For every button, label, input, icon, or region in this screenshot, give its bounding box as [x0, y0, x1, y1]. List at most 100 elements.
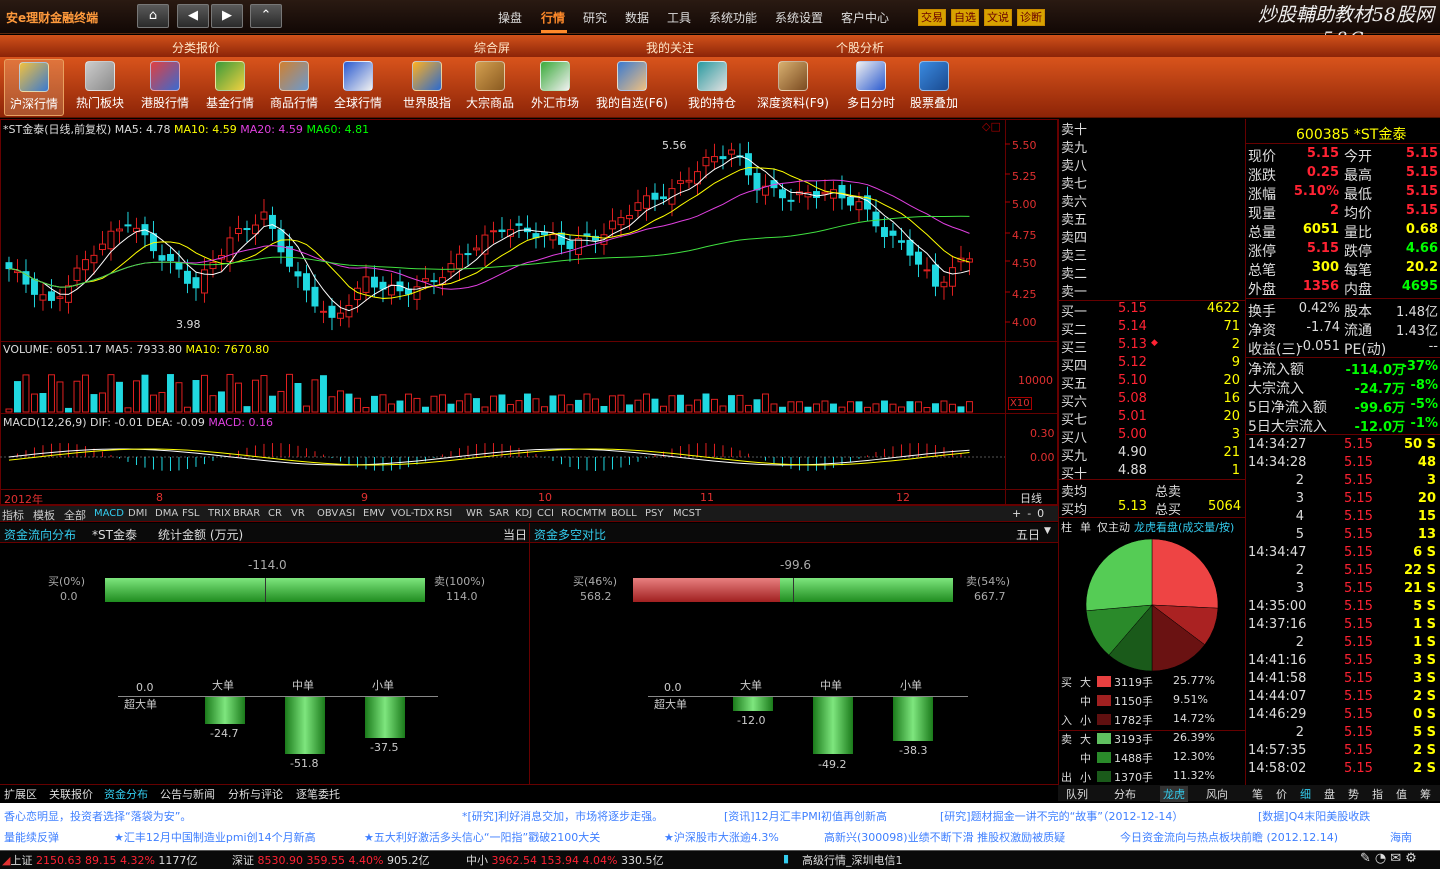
- bid-level-price[interactable]: 4.90: [1118, 445, 1147, 460]
- up-button[interactable]: ⌃: [250, 4, 282, 28]
- compare-title[interactable]: 资金多空对比: [534, 526, 606, 543]
- pie-tab-active[interactable]: 仅主动: [1097, 519, 1130, 535]
- flow-title[interactable]: 资金流向分布: [4, 526, 76, 543]
- compare-range[interactable]: 五日: [1016, 526, 1040, 543]
- indicator-tab-asi[interactable]: ASI: [339, 508, 355, 519]
- ask-level[interactable]: 卖六: [1061, 191, 1087, 210]
- index-sz[interactable]: 深证 8530.90 359.55 4.40% 905.2亿: [232, 852, 429, 868]
- news-item[interactable]: [数据]Q4末阳美股收跌: [1258, 808, 1370, 824]
- indicator-tab-obv[interactable]: OBV: [317, 508, 338, 519]
- range-dropdown-icon[interactable]: ▼: [1044, 526, 1051, 536]
- detail-tab[interactable]: 筹: [1420, 786, 1431, 802]
- ask-level[interactable]: 卖一: [1061, 281, 1087, 300]
- ask-level[interactable]: 卖三: [1061, 245, 1087, 264]
- tab-expand[interactable]: 扩展区: [4, 786, 37, 802]
- bid-level-name[interactable]: 买四: [1061, 355, 1087, 374]
- toolbar-world-index[interactable]: 世界股指: [397, 59, 457, 116]
- zoom-controls[interactable]: +-0: [1012, 507, 1050, 520]
- detail-tab[interactable]: 笔: [1252, 786, 1263, 802]
- toolbar-forex-market[interactable]: 外汇市场: [525, 59, 585, 116]
- bid-level-price[interactable]: 5.13: [1118, 337, 1147, 352]
- detail-tab[interactable]: 值: [1396, 786, 1407, 802]
- menu-caopan[interactable]: 操盘: [498, 9, 522, 26]
- ask-level[interactable]: 卖七: [1061, 173, 1087, 192]
- indicator-tab-模板[interactable]: 模板: [33, 507, 55, 523]
- toolbar-hot-sectors[interactable]: 热门板块: [70, 59, 130, 116]
- bid-level-price[interactable]: 5.14: [1118, 319, 1147, 334]
- tab-related[interactable]: 关联报价: [49, 786, 93, 802]
- toolbar-my-holdings[interactable]: 我的持仓: [682, 59, 742, 116]
- ask-level[interactable]: 卖四: [1061, 227, 1087, 246]
- bid-level-price[interactable]: 5.01: [1118, 409, 1147, 424]
- tab-queue[interactable]: 队列: [1066, 786, 1088, 802]
- flow-range[interactable]: 当日: [503, 526, 527, 543]
- bid-level-name[interactable]: 买八: [1061, 427, 1087, 446]
- menu-system-settings[interactable]: 系统设置: [775, 9, 823, 26]
- indicator-tab-dma[interactable]: DMA: [155, 508, 178, 519]
- indicator-tab-rsi[interactable]: RSI: [436, 508, 452, 519]
- menu-gongju[interactable]: 工具: [667, 9, 691, 26]
- indicator-tab-vol-tdx[interactable]: VOL-TDX: [391, 508, 434, 519]
- tab-analysis[interactable]: 分析与评论: [228, 786, 283, 802]
- toolbar-deep-info[interactable]: 深度资料(F9): [753, 59, 833, 116]
- back-button[interactable]: ◀: [177, 4, 209, 28]
- menu-system-function[interactable]: 系统功能: [709, 9, 757, 26]
- bid-level-price[interactable]: 5.12: [1118, 355, 1147, 370]
- pie-tab-bar[interactable]: 柱: [1061, 519, 1072, 535]
- home-button[interactable]: ⌂: [137, 4, 169, 28]
- tab-wind[interactable]: 风向: [1206, 786, 1228, 802]
- toolbar-fund-quotes[interactable]: 基金行情: [200, 59, 260, 116]
- pie-tab-dragon[interactable]: 龙虎看盘(成交量/按): [1134, 519, 1244, 535]
- index-sh[interactable]: ◢上证 2150.63 89.15 4.32% 1177亿: [2, 852, 197, 868]
- indicator-tab-vr[interactable]: VR: [291, 508, 305, 519]
- indicator-tab-wr[interactable]: WR: [466, 508, 483, 519]
- indicator-tab-dmi[interactable]: DMI: [128, 508, 147, 519]
- ask-level[interactable]: 卖八: [1061, 155, 1087, 174]
- bid-level-name[interactable]: 买五: [1061, 373, 1087, 392]
- pie-tab-single[interactable]: 单: [1080, 519, 1091, 535]
- tab-orders[interactable]: 逐笔委托: [296, 786, 340, 802]
- detail-tab[interactable]: 细: [1300, 786, 1311, 802]
- bid-level-price[interactable]: 5.00: [1118, 427, 1147, 442]
- bid-level-name[interactable]: 买二: [1061, 319, 1087, 338]
- ask-level[interactable]: 卖十: [1061, 119, 1087, 138]
- bid-level-name[interactable]: 买七: [1061, 409, 1087, 428]
- indicator-tab-emv[interactable]: EMV: [363, 508, 385, 519]
- index-zx[interactable]: 中小 3962.54 153.94 4.04% 330.5亿: [466, 852, 663, 868]
- toolbar-multi-day[interactable]: 多日分时: [841, 59, 901, 116]
- news-item[interactable]: ★沪深股市大涨逾4.3%: [664, 829, 779, 845]
- period-label[interactable]: 日线: [1020, 490, 1042, 506]
- cat-quotes[interactable]: 分类报价: [172, 39, 220, 56]
- toolbar-hushen-quotes[interactable]: 沪深行情: [4, 59, 64, 116]
- watchlist-button[interactable]: 自选: [951, 9, 979, 26]
- indicator-tab-roc[interactable]: ROC: [561, 508, 583, 519]
- indicator-tab-kdj[interactable]: KDJ: [515, 508, 532, 519]
- indicator-tab-全部[interactable]: 全部: [64, 507, 86, 523]
- toolbar-bulk-commodity[interactable]: 大宗商品: [460, 59, 520, 116]
- toolbar-stock-overlay[interactable]: 股票叠加: [904, 59, 964, 116]
- indicator-tab-psy[interactable]: PSY: [645, 508, 664, 519]
- diagnose-button[interactable]: 诊断: [1017, 9, 1045, 26]
- news-item[interactable]: 量能续反弹: [4, 829, 59, 845]
- bid-level-price[interactable]: 5.15: [1118, 301, 1147, 316]
- indicator-tab-fsl[interactable]: FSL: [182, 508, 200, 519]
- indicator-tab-cci[interactable]: CCI: [537, 508, 554, 519]
- detail-tab[interactable]: 价: [1276, 786, 1287, 802]
- news-item[interactable]: *[研究]利好消息交加，市场将逐步走强。: [462, 808, 663, 824]
- ask-level[interactable]: 卖二: [1061, 263, 1087, 282]
- bid-level-name[interactable]: 买六: [1061, 391, 1087, 410]
- indicator-tab-sar[interactable]: SAR: [489, 508, 509, 519]
- indicator-tab-boll[interactable]: BOLL: [611, 508, 637, 519]
- trade-button[interactable]: 交易: [918, 9, 946, 26]
- ask-level[interactable]: 卖九: [1061, 137, 1087, 156]
- indicator-tab-mtm[interactable]: MTM: [583, 508, 606, 519]
- toolbar-commodity-quotes[interactable]: 商品行情: [264, 59, 324, 116]
- bid-level-name[interactable]: 买九: [1061, 445, 1087, 464]
- cat-my-focus[interactable]: 我的关注: [646, 39, 694, 56]
- indicator-tab-trix[interactable]: TRIX: [208, 508, 231, 519]
- bid-level-name[interactable]: 买十: [1061, 463, 1087, 482]
- detail-tab[interactable]: 势: [1348, 786, 1359, 802]
- menu-yanjiu[interactable]: 研究: [583, 9, 607, 26]
- news-item[interactable]: 香心恋明显，投资者选择“落袋为安”。: [4, 808, 191, 824]
- indicator-tab-cr[interactable]: CR: [268, 508, 282, 519]
